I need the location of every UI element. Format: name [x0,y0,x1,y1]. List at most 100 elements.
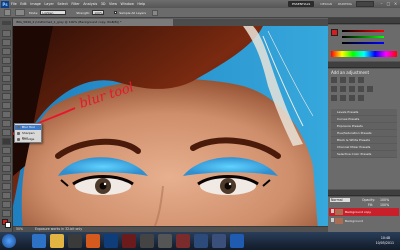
mode-select[interactable]: Lighten [40,10,67,15]
brush-picker[interactable] [15,9,25,16]
preset-selective-color[interactable]: Selective Color Presets [331,151,397,158]
blend-mode-select[interactable]: Normal [330,198,350,202]
color-panel [328,25,400,61]
type-tool-icon[interactable] [2,165,11,172]
quick-selection-tool-icon[interactable] [2,57,11,64]
crop-tool-icon[interactable] [2,66,11,73]
brush-tool-icon[interactable] [2,93,11,100]
menu-view[interactable]: View [109,0,117,8]
exposure-icon[interactable] [358,77,364,83]
flyout-smudge-tool[interactable]: Smudge Tool [15,137,41,146]
fill-value[interactable]: 100% [380,203,389,207]
app-taskbar-icon[interactable] [140,234,154,248]
pen-tool-icon[interactable] [2,156,11,163]
hue-saturation-icon[interactable] [340,86,346,92]
brightness-icon[interactable] [331,77,337,83]
preset-exposure[interactable]: Exposure Presets [331,123,397,130]
app-taskbar-icon[interactable] [176,234,190,248]
firefox-icon[interactable] [86,234,100,248]
clock-date[interactable]: 10/05/2011 [376,241,394,245]
menu-3d[interactable]: 3D [101,0,106,8]
app-taskbar-icon[interactable] [158,234,172,248]
sample-all-layers-checkbox[interactable] [114,11,118,14]
tools-grip[interactable] [2,21,11,25]
blur-tool-icon[interactable] [2,138,11,145]
3d-rotate-tool-icon[interactable] [2,192,11,199]
red-slider[interactable] [342,30,384,32]
move-tool-icon[interactable] [2,30,11,37]
workspace-essentials[interactable]: ESSENTIALS [288,1,315,7]
menu-layer[interactable]: Layer [44,0,53,8]
dodge-tool-icon[interactable] [2,147,11,154]
menu-select[interactable]: Select [57,0,67,8]
media-player-icon[interactable] [68,234,82,248]
path-selection-tool-icon[interactable] [2,174,11,181]
flyout-blur-tool[interactable]: Blur Tool [15,125,41,130]
strength-field[interactable]: 100% [92,10,105,15]
maximize-icon[interactable]: □ [385,0,392,7]
clone-stamp-tool-icon[interactable] [2,102,11,109]
ie-icon[interactable] [32,234,46,248]
visibility-eye-icon[interactable] [331,209,334,213]
visibility-eye-icon[interactable] [331,218,334,222]
menu-window[interactable]: Window [121,0,134,8]
invert-icon[interactable] [331,95,337,101]
eraser-tool-icon[interactable] [2,120,11,127]
app-taskbar-icon[interactable] [194,234,208,248]
curves-icon[interactable] [349,77,355,83]
eyedropper-tool-icon[interactable] [2,75,11,82]
green-slider[interactable] [342,36,384,38]
start-button[interactable] [2,234,16,248]
preset-curves[interactable]: Curves Presets [331,116,397,123]
menu-file[interactable]: File [11,0,17,8]
cs-live-button[interactable] [356,1,374,7]
clock-time[interactable]: 10:48 [381,236,390,240]
background-color-swatch[interactable] [5,222,11,228]
color-panel-foreground[interactable] [331,29,338,36]
preset-levels[interactable]: Levels Presets [331,109,397,116]
workspace-painting[interactable]: PAINTING [338,1,352,7]
black-white-icon[interactable] [358,86,364,92]
minimize-icon[interactable]: – [378,0,385,7]
document-canvas[interactable]: blur tool [13,26,328,230]
menu-analysis[interactable]: Analysis [83,0,97,8]
preset-channel-mixer[interactable]: Channel Mixer Presets [331,144,397,151]
menu-filter[interactable]: Filter [71,0,79,8]
photoshop-logo[interactable]: Ps [1,0,9,8]
levels-icon[interactable] [340,77,346,83]
vibrance-icon[interactable] [331,86,337,92]
flyout-sharpen-tool[interactable]: Sharpen Tool [15,131,41,140]
menu-help[interactable]: Help [137,0,145,8]
marquee-tool-icon[interactable] [2,39,11,46]
zoom-level[interactable]: 50% [16,227,23,231]
color-balance-icon[interactable] [349,86,355,92]
color-spectrum-ramp[interactable] [331,51,397,57]
blue-slider[interactable] [342,42,384,44]
lasso-tool-icon[interactable] [2,48,11,55]
pressure-icon[interactable] [152,9,158,16]
photo-filter-icon[interactable] [367,86,373,92]
menu-image[interactable]: Image [30,0,41,8]
word-icon[interactable] [230,234,244,248]
illustrator-taskbar-icon[interactable] [122,234,136,248]
document-tab[interactable]: IMG_5849_2 (Uniformed_1_gray @ 100% (Bac… [13,19,173,26]
tool-preset-picker[interactable] [4,9,11,16]
app-taskbar-icon[interactable] [212,234,226,248]
preset-hue-saturation[interactable]: Hue/Saturation Presets [331,130,397,137]
threshold-icon[interactable] [349,95,355,101]
healing-brush-tool-icon[interactable] [2,84,11,91]
posterize-icon[interactable] [340,95,346,101]
menu-edit[interactable]: Edit [20,0,27,8]
explorer-icon[interactable] [50,234,64,248]
shape-tool-icon[interactable] [2,183,11,190]
workspace-design[interactable]: DESIGN [320,1,332,7]
gradient-map-icon[interactable] [358,95,364,101]
history-brush-tool-icon[interactable] [2,111,11,118]
hand-tool-icon[interactable] [2,201,11,208]
photoshop-taskbar-icon[interactable] [104,234,118,248]
close-icon[interactable]: × [392,0,399,7]
preset-black-white[interactable]: Black & White Presets [331,137,397,144]
gradient-tool-icon[interactable] [2,129,11,136]
zoom-tool-icon[interactable] [2,210,11,217]
opacity-value[interactable]: 100% [380,198,389,202]
